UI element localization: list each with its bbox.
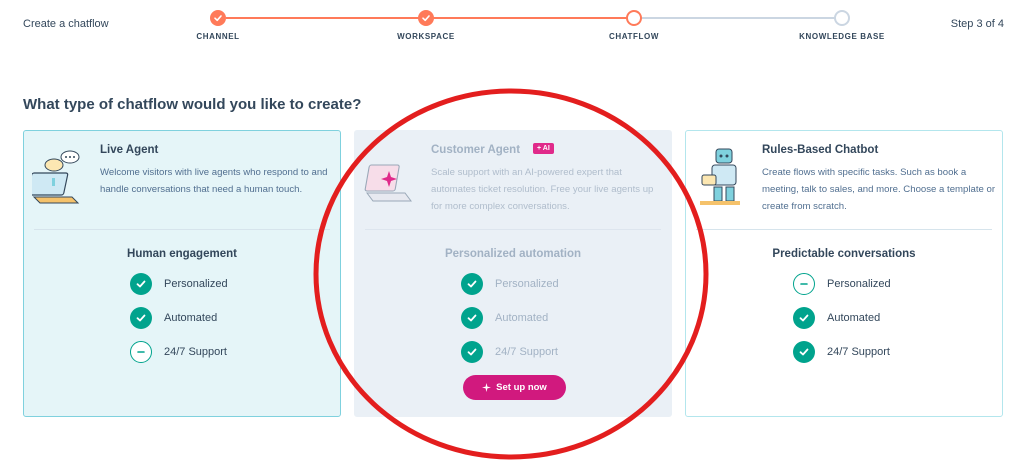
rules-based-chatbot-card[interactable]: Rules-Based Chatbot Create flows with sp… <box>685 130 1003 417</box>
feature-item: 24/7 Support <box>461 341 558 363</box>
feature-label: Automated <box>495 312 549 324</box>
step-channel-node[interactable] <box>210 10 226 26</box>
set-up-now-label: Set up now <box>496 382 547 393</box>
minus-circle-icon <box>130 341 152 363</box>
feature-item: Automated <box>130 307 217 329</box>
customer-agent-card[interactable]: Customer Agent + AI Scale support with a… <box>354 130 672 417</box>
ai-badge: + AI <box>533 143 554 154</box>
feature-label: 24/7 Support <box>827 346 890 358</box>
stepper-line-complete <box>226 17 426 19</box>
card-description: Welcome visitors with live agents who re… <box>100 167 328 195</box>
step-label-workspace: WORKSPACE <box>397 32 455 41</box>
check-circle-icon <box>461 341 483 363</box>
set-up-now-button[interactable]: Set up now <box>463 375 566 400</box>
feature-item: 24/7 Support <box>130 341 227 363</box>
card-divider <box>34 229 330 230</box>
feature-item: Personalized <box>793 273 891 295</box>
step-knowledge-base-node <box>834 10 850 26</box>
feature-label: 24/7 Support <box>495 346 558 358</box>
feature-item: Automated <box>461 307 548 329</box>
card-title: Rules-Based Chatbot <box>762 144 879 156</box>
customer-agent-laptop-icon <box>364 164 412 202</box>
card-description: Create flows with specific tasks. Such a… <box>762 167 996 212</box>
feature-heading: Personalized automation <box>444 248 582 260</box>
chatbot-robot-icon <box>700 148 740 205</box>
card-divider <box>696 229 992 230</box>
feature-heading: Predictable conversations <box>772 248 916 260</box>
feature-label: Personalized <box>495 278 559 290</box>
stepper-line-pending <box>634 17 842 19</box>
feature-item: 24/7 Support <box>793 341 890 363</box>
feature-heading: Human engagement <box>127 248 237 260</box>
checkmark-icon <box>214 15 222 22</box>
feature-item: Automated <box>793 307 880 329</box>
card-title: Customer Agent <box>431 144 521 156</box>
check-circle-icon <box>793 341 815 363</box>
step-label-knowledge-base: KNOWLEDGE BASE <box>799 32 885 41</box>
card-divider <box>365 229 661 230</box>
check-circle-icon <box>461 307 483 329</box>
step-workspace-node[interactable] <box>418 10 434 26</box>
check-circle-icon <box>130 273 152 295</box>
minus-circle-icon <box>793 273 815 295</box>
step-chatflow-node[interactable] <box>626 10 642 26</box>
live-agent-laptop-icon <box>32 150 80 204</box>
feature-label: Automated <box>827 312 881 324</box>
check-circle-icon <box>461 273 483 295</box>
stepper-line-complete <box>426 17 634 19</box>
feature-item: Personalized <box>130 273 228 295</box>
chatflow-type-question: What type of chatflow would you like to … <box>23 96 362 113</box>
checkmark-icon <box>422 15 430 22</box>
check-circle-icon <box>793 307 815 329</box>
card-description: Scale support with an AI-powered expert … <box>431 167 654 212</box>
step-label-chatflow: CHATFLOW <box>609 32 659 41</box>
feature-label: Automated <box>164 312 218 324</box>
sparkle-icon <box>482 383 492 392</box>
feature-label: Personalized <box>164 278 228 290</box>
feature-label: 24/7 Support <box>164 346 227 358</box>
step-label-channel: CHANNEL <box>196 32 240 41</box>
live-agent-card[interactable]: Live Agent Welcome visitors with live ag… <box>23 130 341 417</box>
progress-stepper: CHANNEL WORKSPACE CHATFLOW KNOWLEDGE BAS… <box>0 0 1024 50</box>
feature-label: Personalized <box>827 278 891 290</box>
card-title: Live Agent <box>100 144 159 156</box>
check-circle-icon <box>130 307 152 329</box>
feature-item: Personalized <box>461 273 559 295</box>
